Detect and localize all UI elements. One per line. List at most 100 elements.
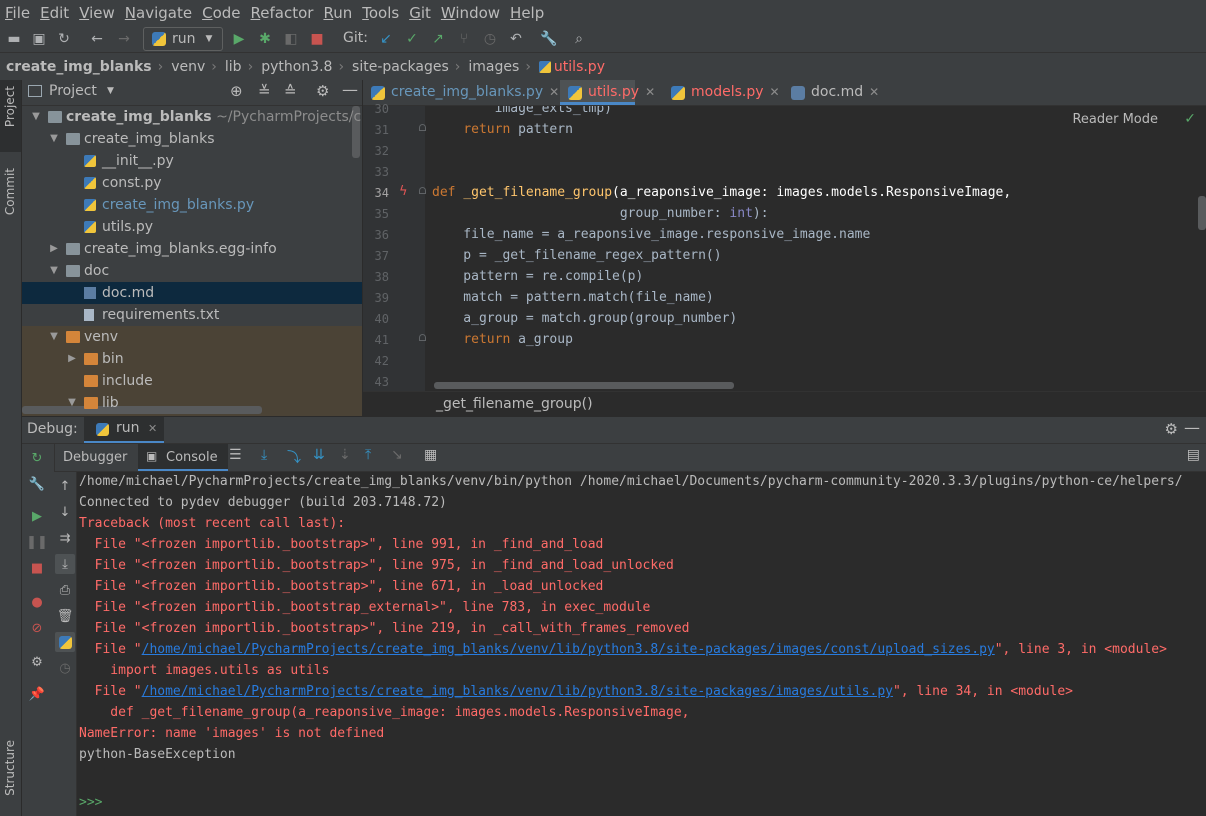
tab-models-py[interactable]: models.py ✕: [663, 80, 783, 105]
tree-item[interactable]: const.py: [22, 172, 362, 194]
tree-item[interactable]: __init__.py: [22, 150, 362, 172]
menu-item-run[interactable]: Run: [318, 4, 357, 22]
function-breadcrumb[interactable]: _get_filename_group(): [436, 396, 593, 412]
wrench-icon[interactable]: 🔧: [540, 30, 558, 48]
close-icon[interactable]: ✕: [549, 85, 559, 99]
console-output[interactable]: /home/michael/PycharmProjects/create_img…: [77, 472, 1206, 816]
debug-run-tab[interactable]: run ✕: [84, 417, 164, 443]
menu-item-window[interactable]: Window: [436, 4, 505, 22]
project-tool-tab[interactable]: Project: [0, 80, 21, 152]
tree-item[interactable]: ▼ create_img_blanks ~/PycharmProjects/cre: [22, 106, 362, 128]
rollback-icon[interactable]: ↶: [507, 30, 525, 48]
menu-item-view[interactable]: View: [74, 4, 120, 22]
chevron-down-icon[interactable]: ▼: [48, 260, 60, 282]
menu-item-refactor[interactable]: Refactor: [246, 4, 319, 22]
pause-icon[interactable]: ❚❚: [26, 534, 48, 550]
breadcrumb-item[interactable]: utils.py: [551, 59, 609, 75]
minimize-icon[interactable]: —: [342, 80, 358, 99]
tree-item[interactable]: ▶ bin: [22, 348, 362, 370]
save-icon[interactable]: ▣: [30, 30, 48, 48]
menu-item-edit[interactable]: Edit: [35, 4, 74, 22]
reader-mode-button[interactable]: Reader Mode: [1072, 112, 1158, 127]
tree-item[interactable]: include: [22, 370, 362, 392]
chevron-down-icon[interactable]: ▼: [107, 86, 114, 96]
gear-icon[interactable]: ⚙: [316, 82, 329, 100]
resume-icon[interactable]: ▶: [29, 508, 45, 524]
tree-item[interactable]: requirements.txt: [22, 304, 362, 326]
menu-item-file[interactable]: File: [0, 4, 35, 22]
tree-item[interactable]: ▼ venv: [22, 326, 362, 348]
debug-icon[interactable]: ✱: [256, 30, 274, 48]
chevron-down-icon[interactable]: ▼: [30, 106, 42, 128]
rerun-icon[interactable]: ↻: [29, 450, 45, 466]
breadcrumb-item[interactable]: site-packages: [346, 59, 453, 75]
git-update-icon[interactable]: ↙: [377, 30, 395, 48]
step-over-icon[interactable]: ⤵: [287, 447, 301, 467]
stop-icon[interactable]: ■: [308, 30, 326, 48]
breadcrumb-item[interactable]: python3.8: [255, 59, 336, 75]
tree-item[interactable]: utils.py: [22, 216, 362, 238]
tree-item[interactable]: ▶ create_img_blanks.egg-info: [22, 238, 362, 260]
collapse-all-icon[interactable]: ≙: [284, 82, 297, 100]
gear-icon[interactable]: ⚙: [1165, 420, 1178, 438]
coverage-icon[interactable]: ◧: [282, 30, 300, 48]
commit-tool-label[interactable]: Commit: [3, 168, 17, 215]
close-icon[interactable]: ✕: [869, 85, 879, 99]
file-link[interactable]: /home/michael/PycharmProjects/create_img…: [142, 684, 893, 699]
trash-icon[interactable]: 🗑: [57, 608, 74, 624]
breadcrumb-item[interactable]: images: [462, 59, 523, 75]
tab-utils-py[interactable]: utils.py ✕: [560, 80, 655, 105]
tab-create-img-blanks-py[interactable]: create_img_blanks.py ✕: [363, 80, 560, 105]
run-to-cursor-icon[interactable]: ↘: [391, 447, 403, 463]
scroll-to-end-icon[interactable]: ⤓: [55, 554, 75, 574]
tree-item[interactable]: ▼ doc: [22, 260, 362, 282]
python-console-icon[interactable]: [55, 632, 75, 652]
evaluate-icon[interactable]: ▦: [424, 447, 437, 463]
project-panel-title[interactable]: Project: [49, 83, 97, 99]
close-icon[interactable]: ✕: [148, 422, 157, 435]
minimize-icon[interactable]: —: [1184, 418, 1200, 437]
back-icon[interactable]: ←: [88, 30, 106, 48]
run-icon[interactable]: ▶: [230, 30, 248, 48]
lightning-icon[interactable]: ϟ: [399, 184, 408, 199]
step-out-icon[interactable]: ⤒: [365, 447, 371, 463]
tree-item[interactable]: ▼ create_img_blanks: [22, 128, 362, 150]
up-arrow-icon[interactable]: ↑: [57, 478, 73, 494]
menu-item-git[interactable]: Git: [404, 4, 436, 22]
down-arrow-icon[interactable]: ↓: [57, 504, 73, 520]
fold-icon[interactable]: [419, 124, 426, 131]
locate-icon[interactable]: ⊕: [230, 82, 243, 100]
view-breakpoints-icon[interactable]: ●: [29, 594, 45, 610]
show-execution-point-icon[interactable]: ⤓: [261, 447, 267, 463]
breadcrumb-item[interactable]: lib: [219, 59, 246, 75]
git-push-icon[interactable]: ↗: [429, 30, 447, 48]
menu-item-help[interactable]: Help: [505, 4, 549, 22]
step-into-icon[interactable]: ⇊: [313, 447, 325, 463]
tree-item[interactable]: ▼ lib: [22, 392, 362, 414]
menu-item-tools[interactable]: Tools: [357, 4, 404, 22]
step-into-my-code-icon[interactable]: ⇣: [339, 447, 351, 463]
tab-doc-md[interactable]: doc.md ✕: [783, 80, 879, 105]
sync-icon[interactable]: ↻: [55, 30, 73, 48]
print-icon[interactable]: ⎙: [57, 582, 73, 598]
run-configuration-select[interactable]: run ▼: [143, 27, 223, 51]
editor-h-scrollbar[interactable]: [434, 382, 734, 389]
menu-item-code[interactable]: Code: [197, 4, 245, 22]
pin-icon[interactable]: 📌: [29, 686, 45, 702]
tab-debugger[interactable]: Debugger: [63, 450, 127, 465]
fold-icon[interactable]: [419, 334, 426, 341]
menu-item-navigate[interactable]: Navigate: [120, 4, 197, 22]
tree-item[interactable]: doc.md: [22, 282, 362, 304]
fold-icon[interactable]: [419, 187, 426, 194]
inspection-ok-icon[interactable]: ✓: [1184, 111, 1196, 127]
breadcrumb-item[interactable]: create_img_blanks: [0, 59, 156, 75]
git-commit-icon[interactable]: ✓: [403, 30, 421, 48]
breadcrumb-item[interactable]: venv: [165, 59, 209, 75]
structure-tool-label[interactable]: Structure: [3, 740, 17, 796]
soft-wrap-icon[interactable]: ⇉: [57, 530, 73, 546]
open-folder-icon[interactable]: ▬: [5, 30, 23, 48]
gear-icon[interactable]: ⚙: [29, 654, 45, 670]
editor-scrollbar[interactable]: [1198, 196, 1206, 230]
forward-icon[interactable]: →: [115, 30, 133, 48]
menu-icon[interactable]: ☰: [229, 447, 242, 463]
